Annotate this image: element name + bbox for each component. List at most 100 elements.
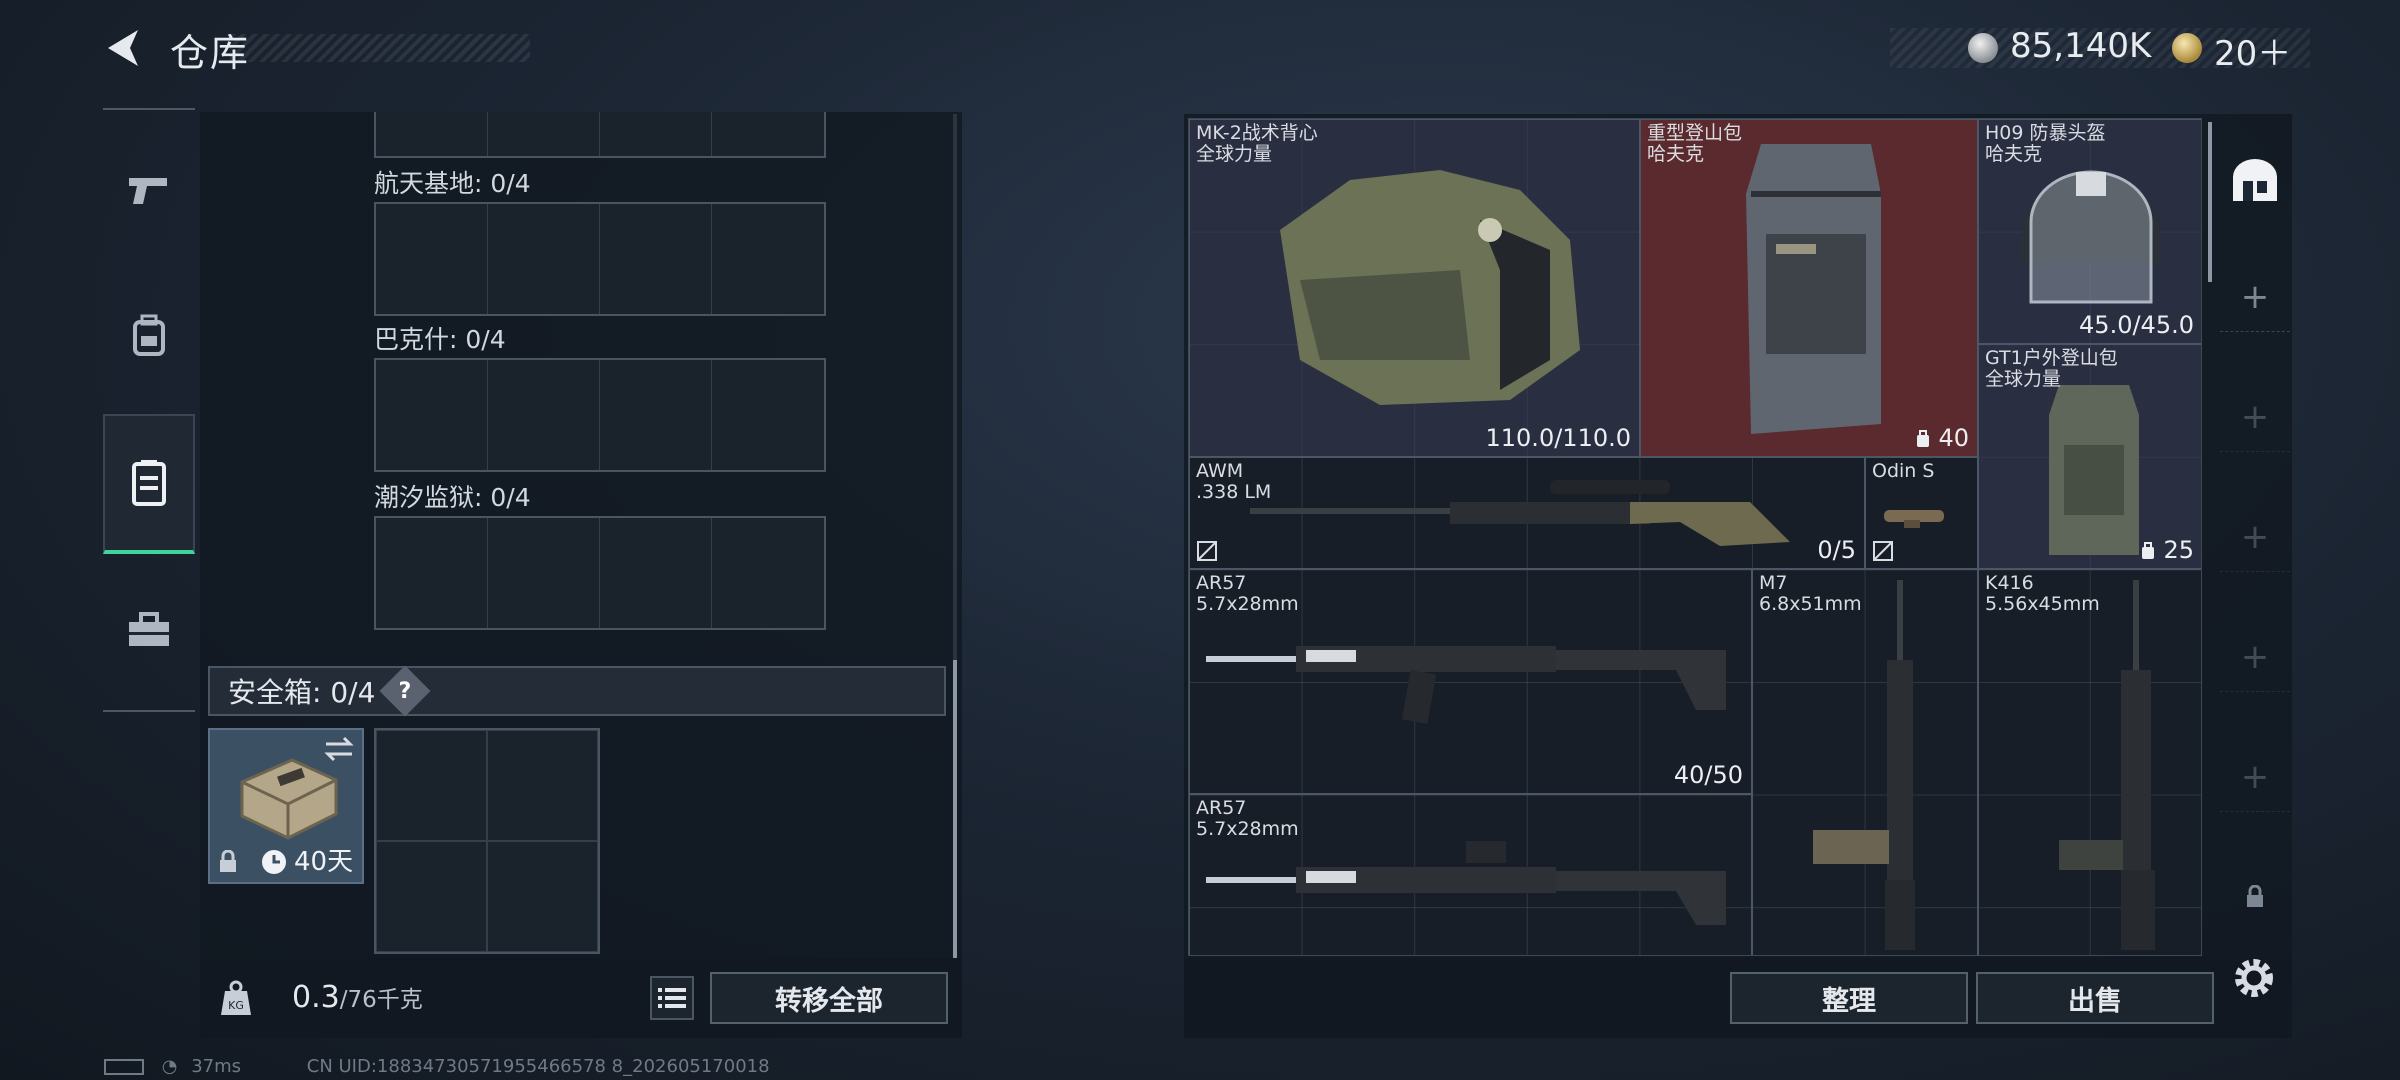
status-bar: ◔ 37ms CN UID:18834730571955466578 8_202… [104, 1056, 770, 1077]
safe-box-days: 40天 [294, 847, 354, 877]
scope-art [1884, 510, 1944, 528]
add-stash-tab[interactable]: + [2220, 262, 2290, 332]
item-name: 重型登山包 哈夫克 [1647, 122, 1743, 165]
plus-icon: + [2240, 276, 2270, 317]
small-backpack-art [2049, 385, 2139, 555]
back-button[interactable] [100, 24, 148, 72]
stash-item-scope[interactable]: Odin S [1865, 457, 1978, 569]
wifi-icon: ◔ [161, 1056, 178, 1077]
add-stash-tab[interactable]: + [2220, 382, 2290, 452]
warehouse-icon [2233, 159, 2277, 201]
stash-scroll-thumb[interactable] [2208, 122, 2212, 282]
plus-icon: + [2240, 636, 2270, 677]
tab-gear[interactable] [103, 286, 195, 386]
plus-icon: + [2240, 516, 2270, 557]
stash-item-awm[interactable]: AWM .338 LM 0/5 [1189, 457, 1865, 569]
sniper-rifle-art [1250, 480, 1790, 546]
add-stash-tab[interactable]: + [2220, 742, 2290, 812]
stash-item-k416[interactable]: K416 5.56x45mm [1978, 569, 2201, 955]
page-title: 仓库 [170, 31, 251, 75]
help-icon[interactable]: ? [379, 665, 431, 717]
vest-art [1280, 170, 1580, 405]
stash-item-m7[interactable]: M7 6.8x51mm [1752, 569, 1978, 955]
add-stash-tab[interactable]: + [2220, 502, 2290, 572]
backpack-mini-icon [1916, 430, 1929, 447]
safe-box-item[interactable]: 40天 [208, 728, 364, 884]
silver-amount: 85,140K [2010, 26, 2152, 66]
safe-box-header: 安全箱: 0/4 ? [208, 665, 946, 717]
unequipped-icon [1873, 541, 1893, 561]
battery-icon [104, 1059, 144, 1075]
gold-amount[interactable]: 20＋ [2214, 26, 2291, 75]
left-scroll-thumb[interactable] [953, 660, 957, 960]
rifle-art [1206, 646, 1726, 724]
gold-coin-icon [2172, 33, 2202, 63]
gear-icon [2235, 959, 2273, 997]
stash-tab-main[interactable] [2220, 140, 2290, 220]
title-decoration [230, 34, 530, 62]
safe-box-grid[interactable] [374, 728, 600, 954]
clock-icon [262, 850, 286, 874]
stash-grid[interactable]: MK-2战术背心 全球力量 110.0/110.0 重型登山包 哈夫克 40 H… [1188, 118, 2202, 956]
backpack-icon [133, 314, 165, 356]
transfer-all-button[interactable]: 转移全部 [710, 972, 948, 1024]
weight-icon: KG [221, 980, 251, 1015]
lock-icon [2247, 885, 2263, 907]
stash-item-backpack-small[interactable]: GT1户外登山包 全球力量 25 [1978, 344, 2201, 569]
item-durability: 110.0/110.0 [1485, 424, 1632, 452]
pistol-icon [129, 178, 167, 204]
item-ammo: 40/50 [1673, 761, 1743, 789]
item-capacity: 40 [1915, 424, 1969, 452]
item-name: Odin S [1872, 460, 1935, 482]
sell-button[interactable]: 出售 [1976, 972, 2214, 1024]
list-view-button[interactable] [650, 976, 694, 1020]
back-arrow-icon [108, 30, 138, 66]
section-label: 巴克什: 0/4 [374, 325, 506, 354]
plus-icon: + [2240, 756, 2270, 797]
rifle-vertical-art [2059, 580, 2155, 950]
container-grid[interactable] [374, 516, 826, 630]
item-name: MK-2战术背心 全球力量 [1196, 122, 1318, 165]
stash-item-helmet[interactable]: H09 防暴头盔 哈夫克 45.0/45.0 [1978, 119, 2201, 344]
stash-item-backpack[interactable]: 重型登山包 哈夫克 40 [1640, 119, 1978, 457]
container-grid[interactable] [374, 202, 826, 316]
tab-container[interactable] [103, 414, 195, 554]
settings-button[interactable] [2226, 950, 2282, 1006]
item-name: AR57 5.7x28mm [1196, 572, 1299, 615]
stash-item-vest[interactable]: MK-2战术背心 全球力量 110.0/110.0 [1189, 119, 1640, 457]
section-label: 航天基地: 0/4 [374, 169, 531, 198]
container-grid[interactable] [374, 358, 826, 472]
container-grid-top[interactable] [374, 112, 826, 158]
lock-icon [220, 850, 236, 872]
add-stash-tab[interactable]: + [2220, 622, 2290, 692]
tab-weapons[interactable] [103, 140, 195, 240]
section-label: 潮汐监狱: 0/4 [374, 483, 531, 512]
helmet-art [2021, 170, 2161, 304]
weight-max: /76千克 [339, 987, 423, 1013]
sort-button[interactable]: 整理 [1730, 972, 1968, 1024]
item-name: GT1户外登山包 全球力量 [1985, 347, 2118, 390]
stash-item-ar57[interactable]: AR57 5.7x28mm 40/50 [1189, 569, 1752, 794]
backpack-mini-icon [2141, 542, 2154, 559]
container-icon [132, 460, 166, 506]
weight-current: 0.3 [292, 980, 340, 1015]
item-name: M7 6.8x51mm [1759, 572, 1862, 615]
item-ammo: 0/5 [1817, 536, 1856, 564]
rifle-vertical-art [1813, 580, 1915, 950]
tab-toolbox[interactable] [103, 580, 195, 680]
ping-text: 37ms [191, 1056, 242, 1077]
svg-text:KG: KG [228, 999, 244, 1012]
item-durability: 45.0/45.0 [2079, 311, 2194, 339]
stash-item-ar57[interactable]: AR57 5.7x28mm [1189, 794, 1752, 955]
rifle-art [1206, 841, 1726, 925]
item-name: K416 5.56x45mm [1985, 572, 2100, 615]
toolbox-icon [129, 612, 169, 646]
weight-button[interactable]: KG [204, 962, 268, 1034]
swap-icon[interactable] [322, 736, 356, 762]
item-name: AR57 5.7x28mm [1196, 797, 1299, 840]
safe-box-label: 安全箱: 0/4 [228, 676, 376, 709]
weight-readout: 0.3/76千克 [292, 980, 423, 1015]
backpack-art [1746, 144, 1881, 434]
item-name: AWM .338 LM [1196, 460, 1272, 503]
locked-stash-tab[interactable] [2220, 862, 2290, 932]
